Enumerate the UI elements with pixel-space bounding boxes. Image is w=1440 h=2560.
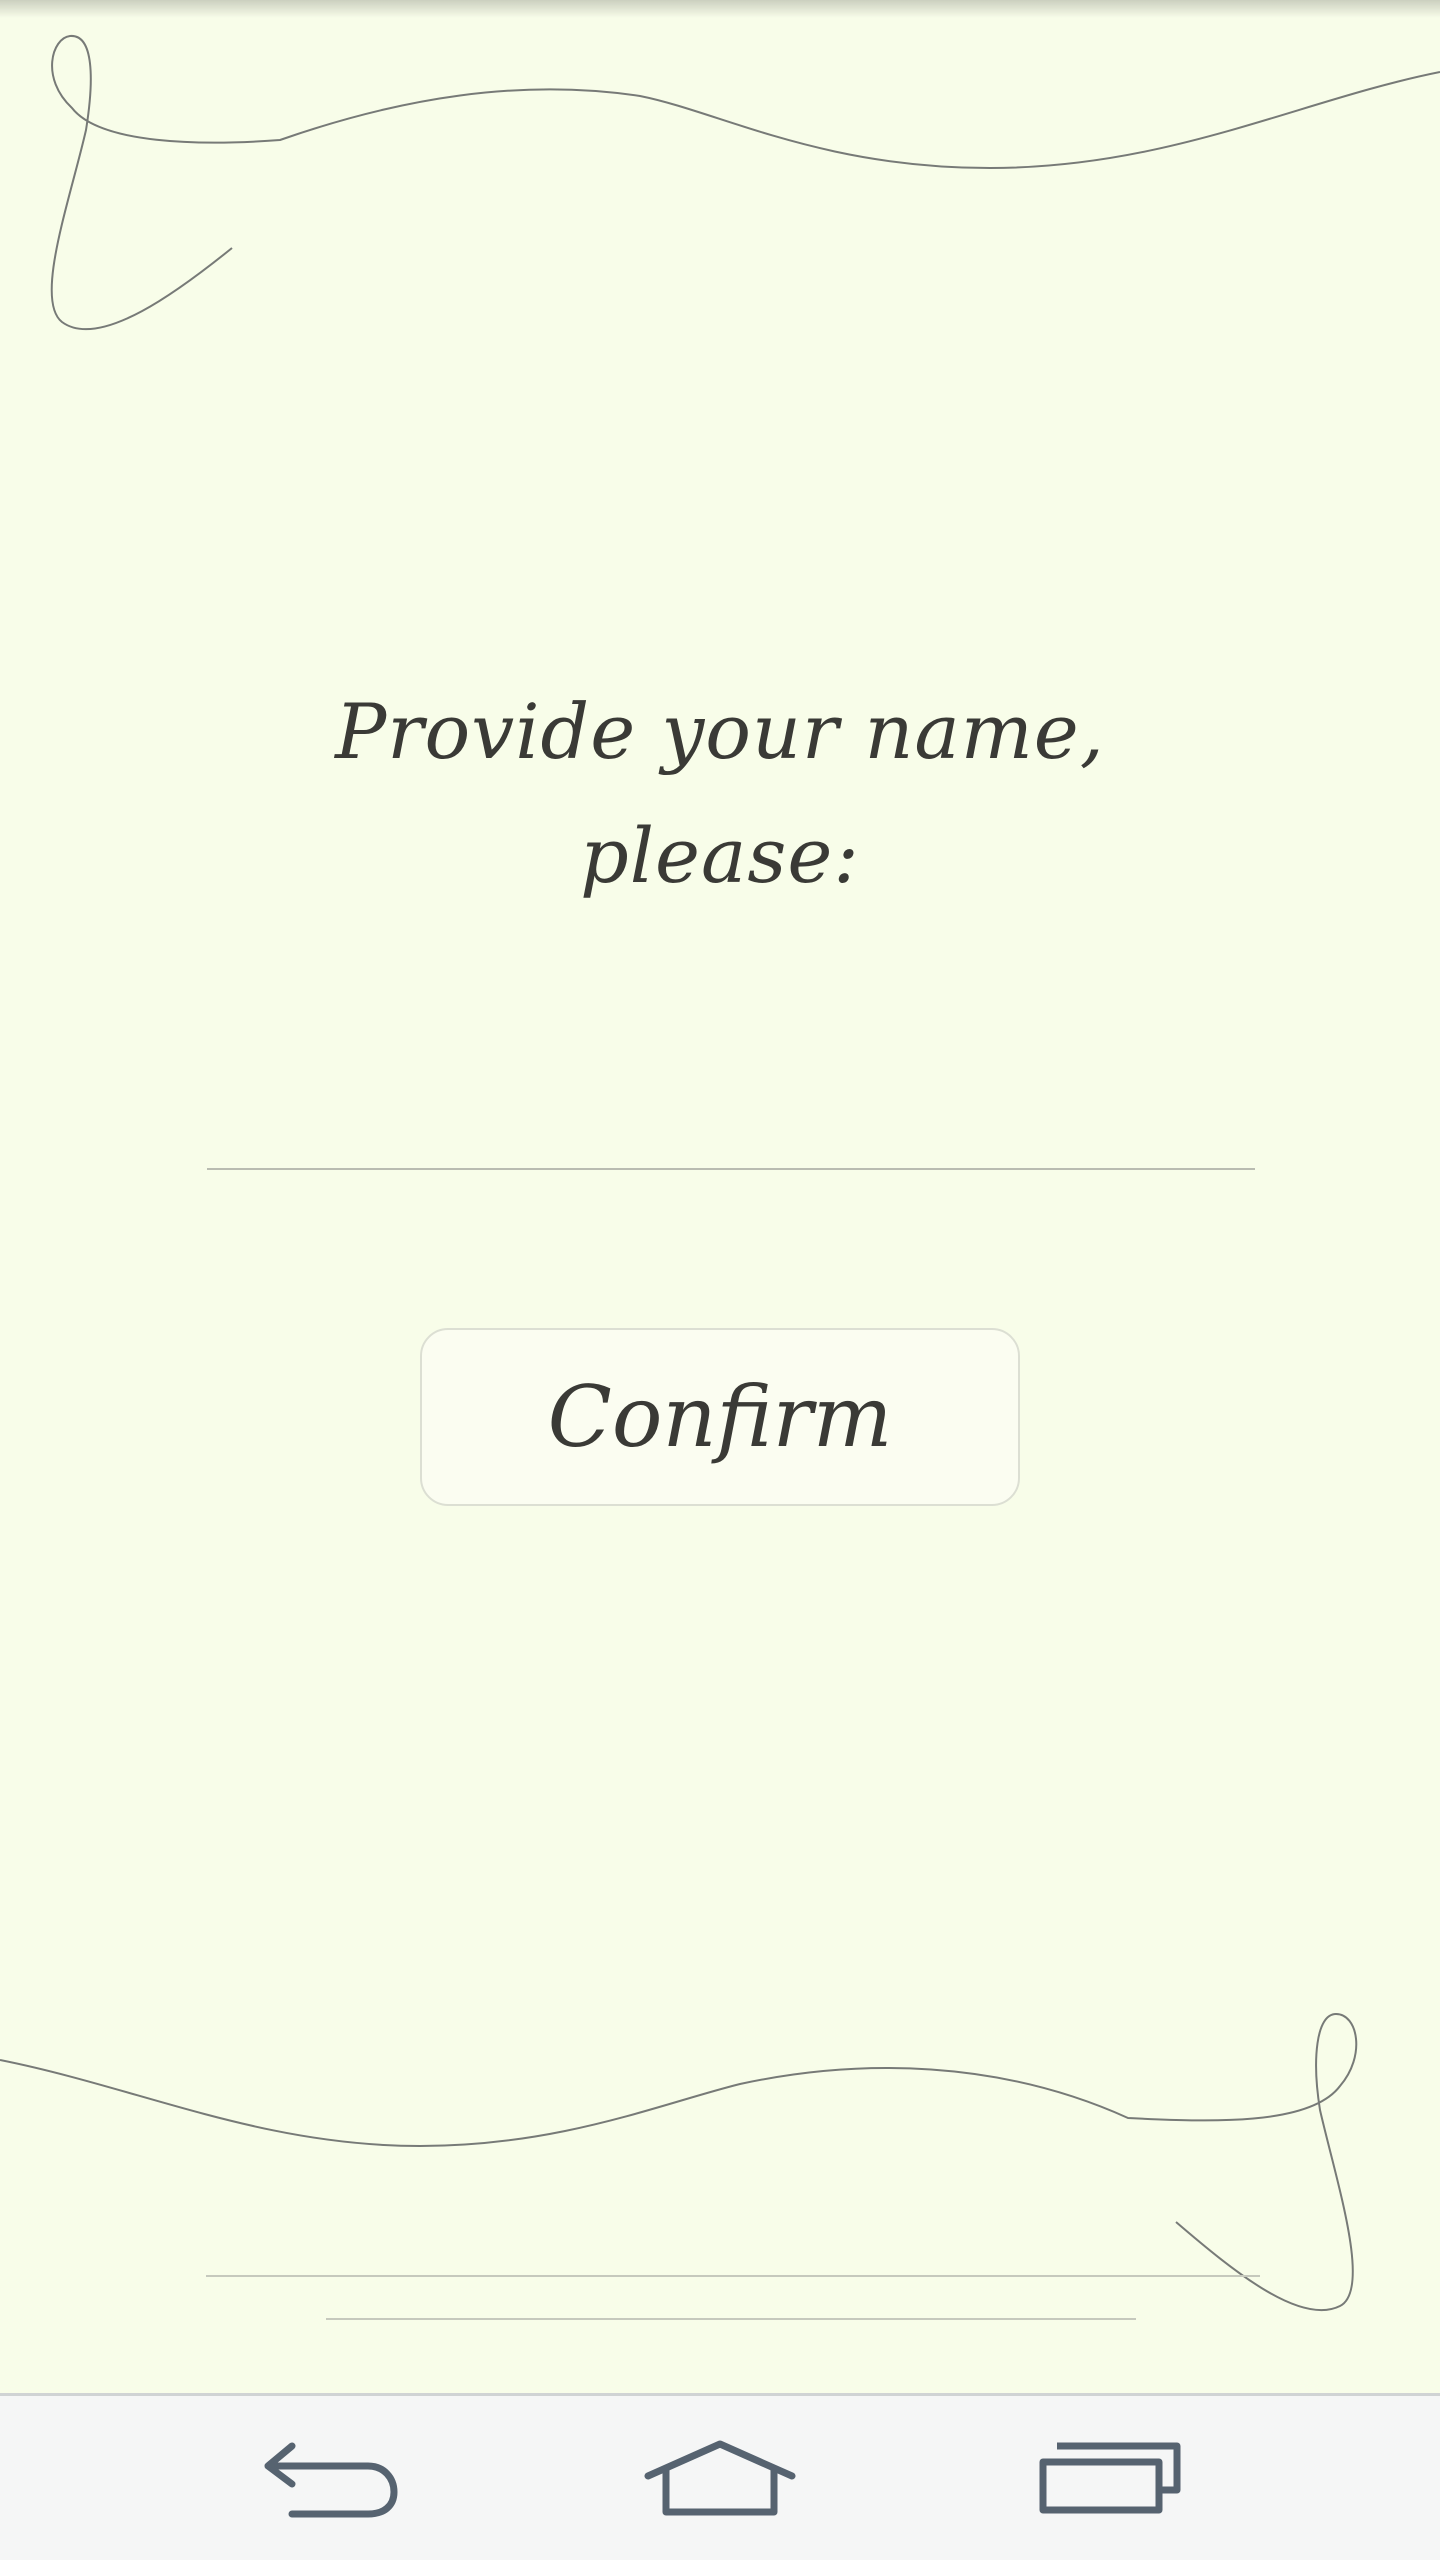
status-shadow bbox=[0, 0, 1440, 18]
name-prompt: Provide your name, please: bbox=[300, 670, 1140, 918]
recent-apps-icon bbox=[1039, 2442, 1181, 2514]
confirm-button[interactable]: Confirm bbox=[420, 1328, 1020, 1506]
screen: Provide your name, please: Confirm bbox=[0, 0, 1440, 2560]
bottom-flourish-line bbox=[0, 2012, 1358, 2312]
name-input[interactable] bbox=[207, 1080, 1255, 1170]
decorative-divider-2 bbox=[326, 2318, 1136, 2320]
recent-apps-button[interactable] bbox=[990, 2396, 1230, 2560]
back-button[interactable] bbox=[210, 2396, 450, 2560]
home-button[interactable] bbox=[600, 2396, 840, 2560]
confirm-button-label: Confirm bbox=[547, 1368, 893, 1466]
top-flourish-line bbox=[50, 34, 1440, 331]
system-nav-bar bbox=[0, 2393, 1440, 2560]
app-area: Provide your name, please: Confirm bbox=[0, 0, 1440, 2393]
back-icon bbox=[264, 2442, 398, 2518]
prompt-line-2: please: bbox=[580, 811, 860, 900]
prompt-line-1: Provide your name, bbox=[335, 687, 1105, 776]
decorative-flourish bbox=[0, 34, 1440, 2312]
home-icon bbox=[644, 2440, 796, 2516]
decorative-divider-1 bbox=[206, 2275, 1260, 2277]
